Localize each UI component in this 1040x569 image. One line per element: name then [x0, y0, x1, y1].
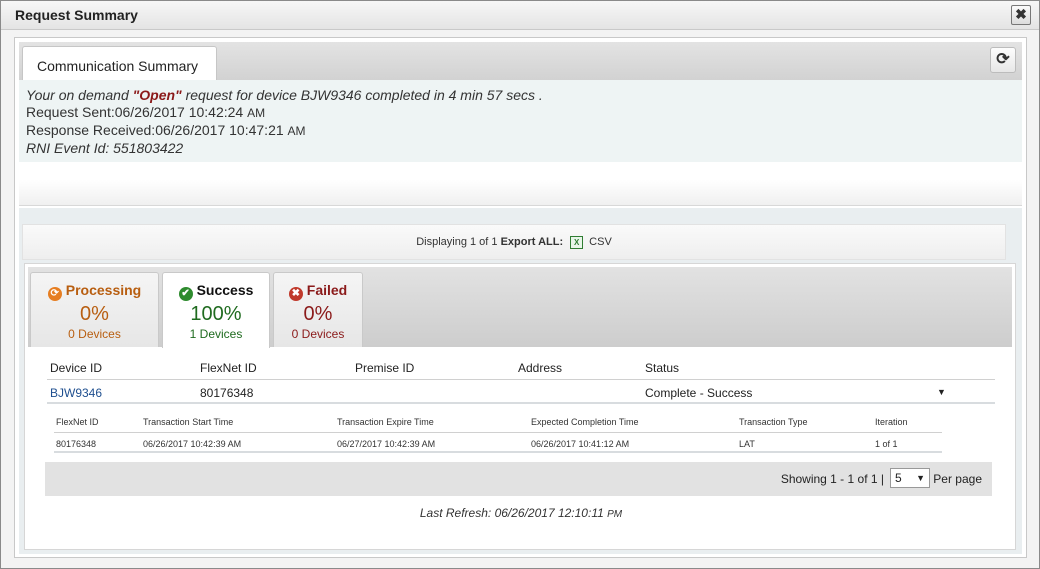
request-sent-value: 06/26/2017 10:42:24: [114, 104, 244, 120]
tab-strip: Communication Summary ⟳: [19, 42, 1022, 82]
refresh-icon[interactable]: ⟳: [990, 47, 1016, 73]
rni-event-id: RNI Event Id: 551803422: [26, 140, 184, 156]
export-all-label: Export ALL:: [500, 236, 564, 248]
processing-title: ⟳ Processing: [31, 282, 158, 301]
response-received-label: Response Received:: [26, 122, 156, 138]
tab-failed[interactable]: ✖ Failed 0% 0 Devices: [273, 272, 363, 347]
header-status[interactable]: Status: [645, 361, 679, 375]
displaying-count: Displaying 1 of 1: [416, 236, 498, 248]
processing-count: 0 Devices: [68, 327, 121, 341]
expand-row-icon[interactable]: ▼: [937, 387, 946, 397]
request-completion-message: Your on demand "Open" request for device…: [26, 87, 1015, 104]
txn-iteration: 1 of 1: [875, 439, 898, 449]
last-refresh-value: 06/26/2017 12:10:11: [494, 506, 604, 520]
success-percent: 100%: [190, 303, 242, 325]
response-received-ampm: AM: [287, 124, 306, 138]
processing-icon: ⟳: [47, 287, 62, 301]
chevron-down-icon: ▼: [916, 473, 925, 483]
transaction-row: 80176348 06/26/2017 10:42:39 AM 06/27/20…: [54, 433, 942, 453]
response-received-value: 06/26/2017 10:47:21: [155, 122, 284, 138]
tab-success[interactable]: ✔ Success 100% 1 Devices: [162, 272, 270, 348]
tab-processing[interactable]: ⟳ Processing 0% 0 Devices: [30, 272, 159, 347]
failed-title: ✖ Failed: [274, 282, 362, 301]
transaction-table: FlexNet ID Transaction Start Time Transa…: [54, 413, 942, 453]
status-panel: ⟳ Processing 0% 0 Devices ✔ Success 100% 1…: [24, 263, 1016, 550]
processing-percent: 0%: [80, 303, 109, 325]
per-page-value: 5: [895, 471, 902, 485]
txn-expire-time: 06/27/2017 10:42:39 AM: [337, 439, 436, 449]
message-prefix: Your on demand: [26, 87, 133, 103]
window-title: Request Summary: [15, 7, 138, 23]
pager-bar: Showing 1 - 1 of 1 | 5 ▼ Per page: [45, 462, 992, 496]
window-titlebar: Request Summary ✖: [1, 1, 1039, 30]
header-txn-flexnet-id: FlexNet ID: [56, 417, 99, 427]
tab-communication-summary[interactable]: Communication Summary: [22, 46, 217, 82]
per-page-select[interactable]: 5 ▼: [890, 468, 930, 488]
txn-flexnet-id: 80176348: [56, 439, 97, 449]
failed-icon: ✖: [288, 287, 303, 301]
message-suffix: request for device BJW9346 completed in …: [181, 87, 543, 103]
success-count: 1 Devices: [189, 327, 243, 341]
failed-label: Failed: [306, 282, 348, 298]
txn-start-time: 06/26/2017 10:42:39 AM: [143, 439, 242, 449]
display-export-bar: Displaying 1 of 1 Export ALL: X CSV: [22, 224, 1006, 260]
header-device-id[interactable]: Device ID: [50, 361, 102, 375]
txn-type: LAT: [739, 439, 755, 449]
request-info: Your on demand "Open" request for device…: [19, 80, 1022, 162]
header-txn-type: Transaction Type: [739, 417, 808, 427]
success-icon: ✔: [178, 287, 193, 301]
table-row[interactable]: BJW9346 80176348 Complete - Success ▼: [47, 380, 995, 404]
csv-export-link[interactable]: CSV: [589, 236, 612, 248]
processing-label: Processing: [65, 282, 142, 298]
header-txn-start-time: Transaction Start Time: [143, 417, 234, 427]
transaction-table-header: FlexNet ID Transaction Start Time Transa…: [54, 413, 942, 433]
results-area: Displaying 1 of 1 Export ALL: X CSV ⟳ Proc…: [19, 208, 1022, 554]
section-divider: [19, 180, 1022, 206]
summary-panel: Communication Summary ⟳ Your on demand "…: [14, 37, 1027, 558]
txn-expected-completion: 06/26/2017 10:41:12 AM: [531, 439, 630, 449]
last-refresh-ampm: PM: [607, 509, 623, 520]
header-iteration: Iteration: [875, 417, 908, 427]
header-flexnet-id[interactable]: FlexNet ID: [200, 361, 257, 375]
status-tabs: ⟳ Processing 0% 0 Devices ✔ Success 100% 1…: [28, 267, 1012, 348]
csv-icon[interactable]: X: [570, 235, 584, 249]
header-address[interactable]: Address: [518, 361, 562, 375]
showing-count: Showing 1 - 1 of 1 |: [780, 472, 884, 486]
request-sent-ampm: AM: [247, 106, 266, 120]
failed-percent: 0%: [303, 303, 333, 325]
flexnet-id-value: 80176348: [200, 386, 254, 400]
last-refresh: Last Refresh: 06/26/2017 12:10:11 PM: [25, 506, 1017, 520]
request-sent-label: Request Sent:: [26, 104, 115, 120]
header-expected-completion: Expected Completion Time: [531, 417, 639, 427]
header-premise-id[interactable]: Premise ID: [355, 361, 414, 375]
request-type: "Open": [132, 87, 182, 103]
request-sent: Request Sent:06/26/2017 10:42:24 AM: [26, 104, 1015, 122]
response-received: Response Received:06/26/2017 10:47:21 AM: [26, 122, 1015, 140]
success-label: Success: [196, 282, 254, 298]
failed-count: 0 Devices: [291, 327, 345, 341]
device-id-link[interactable]: BJW9346: [50, 386, 102, 400]
device-table: Device ID FlexNet ID Premise ID Address …: [47, 356, 995, 404]
header-txn-expire-time: Transaction Expire Time: [337, 417, 434, 427]
success-title: ✔ Success: [163, 282, 269, 301]
last-refresh-label: Last Refresh:: [419, 506, 495, 520]
request-summary-window: Request Summary ✖ Communication Summary …: [0, 0, 1040, 569]
per-page-label: Per page: [933, 472, 982, 486]
close-icon[interactable]: ✖: [1011, 5, 1031, 25]
device-table-header: Device ID FlexNet ID Premise ID Address …: [47, 356, 995, 380]
status-value: Complete - Success: [645, 386, 753, 400]
